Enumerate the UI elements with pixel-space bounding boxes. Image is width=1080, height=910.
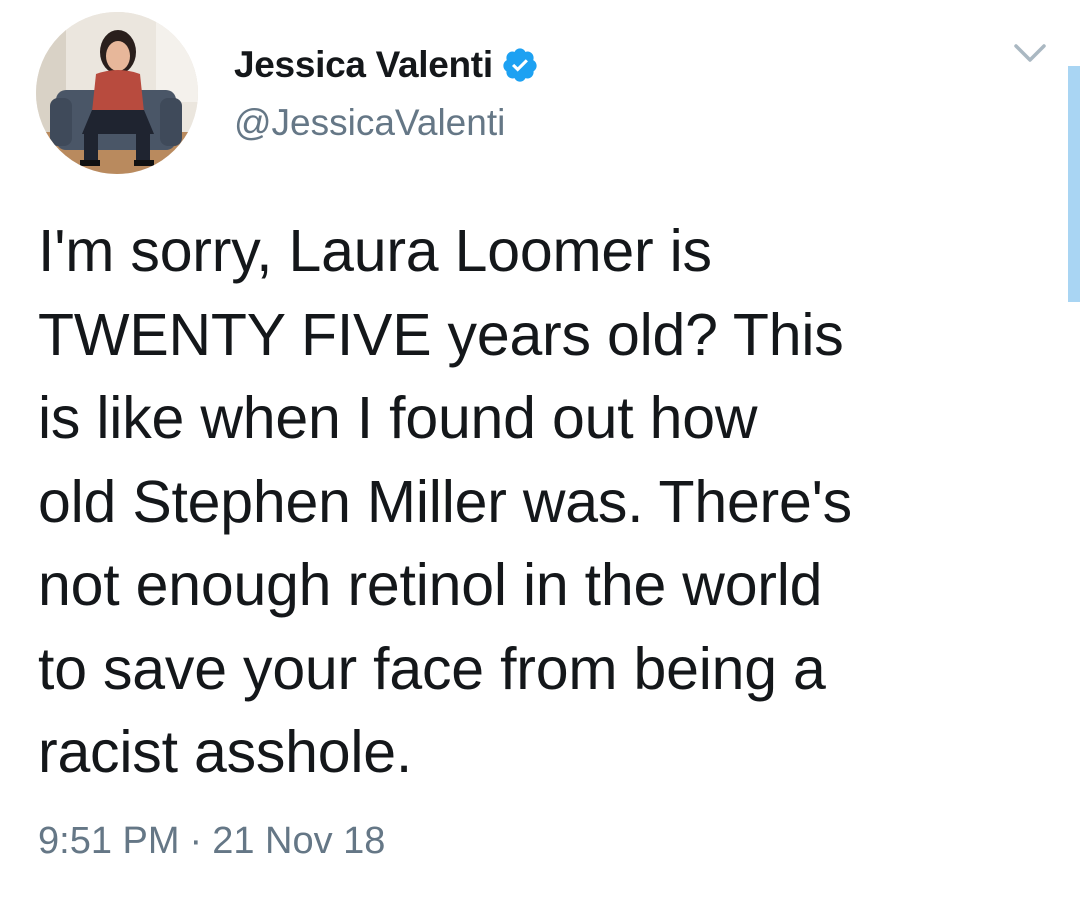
tweet-text-line: racist asshole. [38,719,413,785]
avatar[interactable] [36,12,198,174]
tweet-time: 9:51 PM [38,820,180,862]
verified-badge-icon [501,46,539,84]
tweet-text-line: TWENTY FIVE years old? This [38,301,844,368]
meta-separator: · [189,820,203,862]
tweet-timestamp[interactable]: 9:51 PM · 21 Nov 18 [38,820,385,863]
author-block: Jessica Valenti @JessicaValenti [234,40,539,144]
tweet-text-line: to save your face from being a [38,635,826,702]
tweet-text-line: is like when I found out how [38,385,758,451]
chevron-down-icon[interactable] [1012,40,1048,66]
tweet-text-line: I'm sorry, Laura Loomer is [38,218,712,284]
display-name[interactable]: Jessica Valenti [234,44,493,86]
scrollbar[interactable] [1068,66,1080,302]
tweet-date: 21 Nov 18 [212,820,386,862]
tweet-text: I'm sorry, Laura Loomer is TWENTY FIVE y… [38,210,1018,795]
tweet-text-line: not enough retinol in the world [38,552,823,618]
tweet-text-line: old Stephen Miller was. There's [38,468,852,535]
tweet-card: Jessica Valenti @JessicaValenti I'm sorr… [0,0,1080,910]
user-handle[interactable]: @JessicaValenti [234,102,539,144]
avatar-photo [36,12,198,174]
name-row: Jessica Valenti [234,40,539,90]
